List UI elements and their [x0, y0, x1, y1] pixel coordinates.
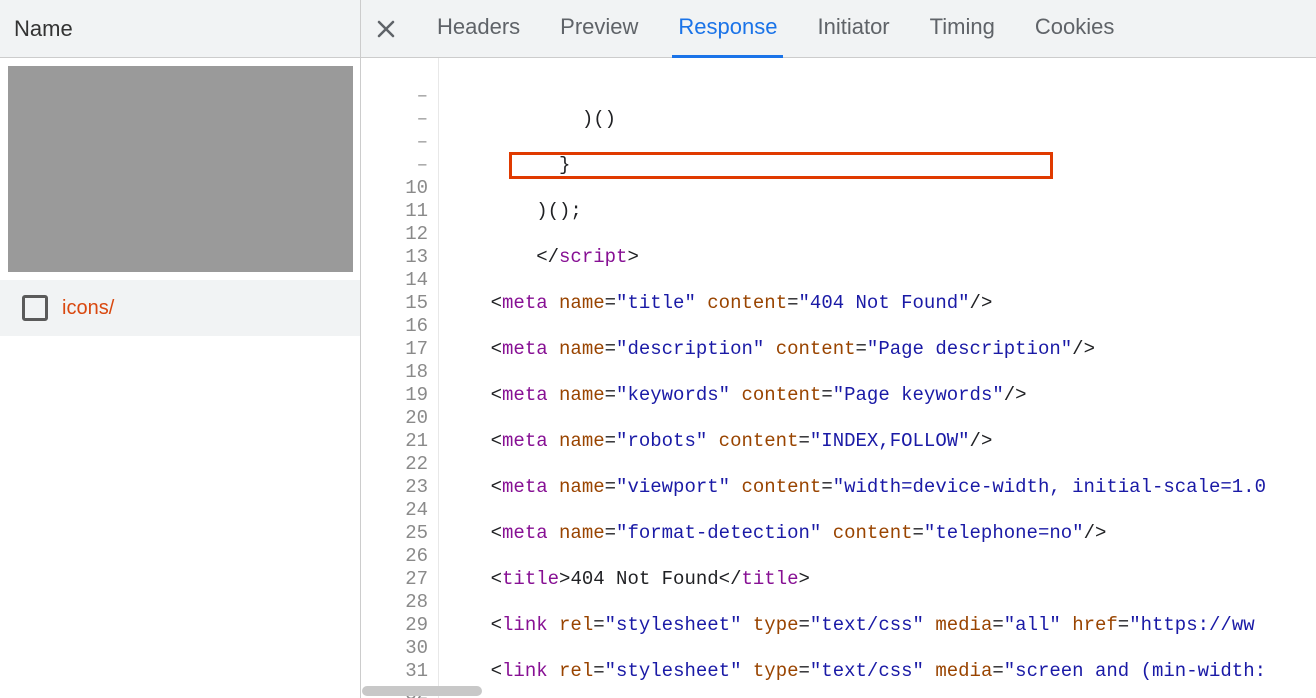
tab-preview[interactable]: Preview — [554, 0, 644, 58]
line-number-gutter: ––––101112131415161718192021222324252627… — [361, 58, 439, 698]
network-request-list: Name icons/ — [0, 0, 361, 698]
close-icon[interactable] — [369, 12, 403, 46]
request-preview-thumbnail[interactable] — [0, 58, 360, 280]
tab-response[interactable]: Response — [672, 0, 783, 58]
detail-tabbar: Headers Preview Response Initiator Timin… — [361, 0, 1316, 58]
request-row-icons[interactable]: icons/ — [0, 280, 360, 336]
sidebar-column-header[interactable]: Name — [0, 0, 360, 58]
code-content: )() } )(); </script> <meta name="title" … — [439, 58, 1316, 698]
request-name-label: icons/ — [62, 297, 114, 320]
thumbnail-image — [8, 66, 353, 272]
tab-timing[interactable]: Timing — [924, 0, 1001, 58]
response-source-view[interactable]: ––––101112131415161718192021222324252627… — [361, 58, 1316, 698]
horizontal-scrollbar[interactable] — [362, 686, 482, 696]
tab-initiator[interactable]: Initiator — [811, 0, 895, 58]
tab-headers[interactable]: Headers — [431, 0, 526, 58]
checkbox-icon[interactable] — [22, 295, 48, 321]
tab-cookies[interactable]: Cookies — [1029, 0, 1120, 58]
column-name-label: Name — [14, 16, 73, 42]
